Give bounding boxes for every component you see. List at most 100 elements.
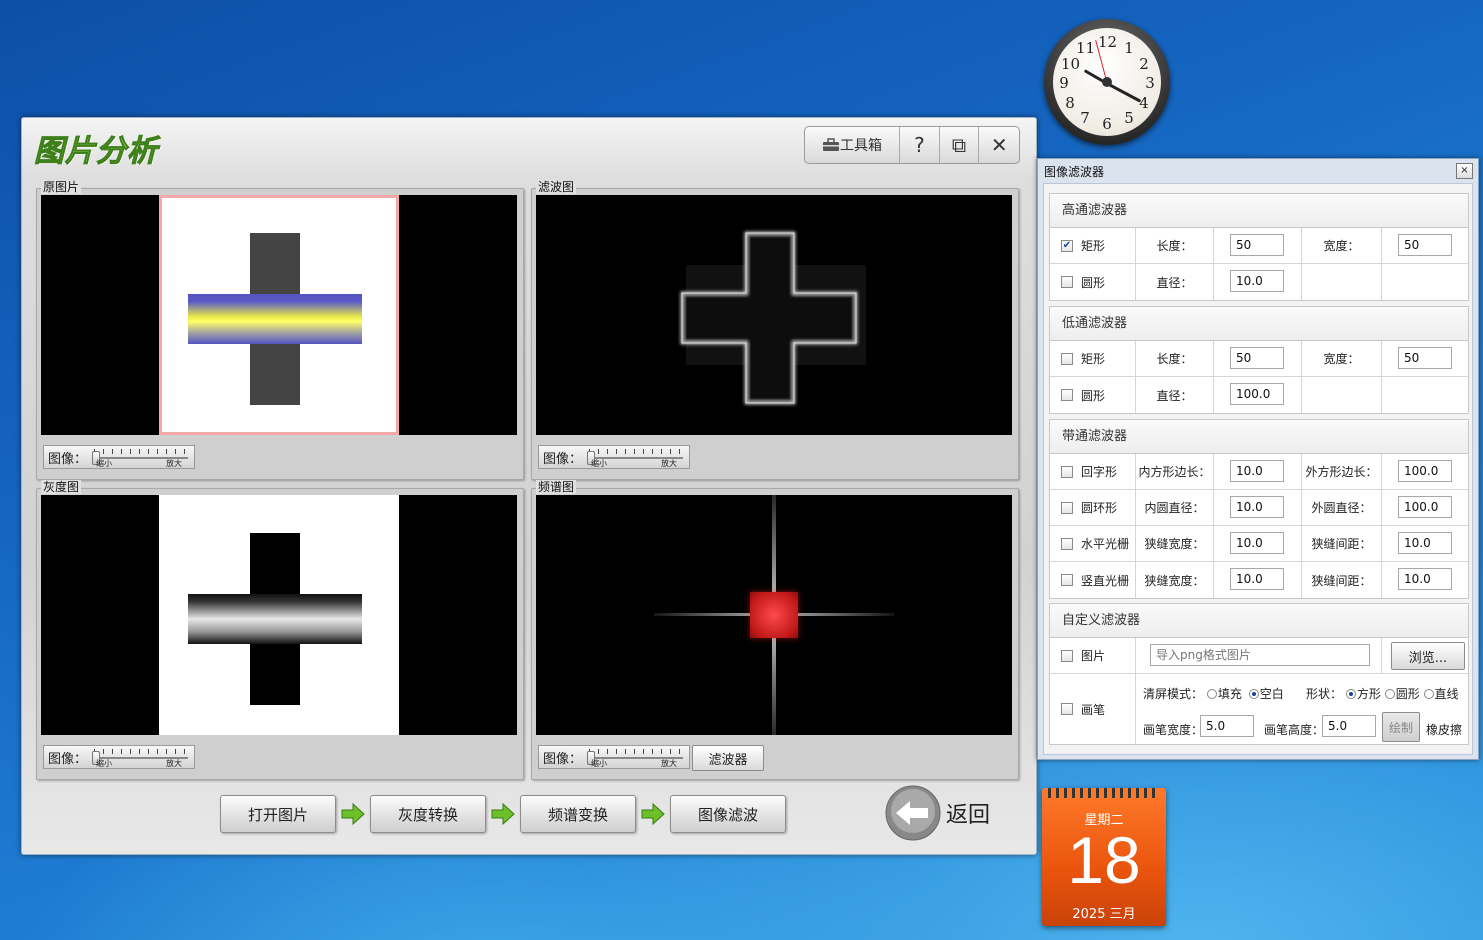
bandpass-row: 水平光栅 狭缝宽度： 10.0 狭缝间距： 10.0 xyxy=(1050,526,1468,562)
lowpass-rect-option[interactable]: 矩形 xyxy=(1050,341,1136,376)
bandpass-option[interactable]: 竖直光栅 xyxy=(1050,562,1136,598)
param-b-input[interactable]: 100.0 xyxy=(1398,496,1452,518)
option-label: 回字形 xyxy=(1081,465,1118,479)
param-b-input[interactable]: 100.0 xyxy=(1398,460,1452,482)
highpass-rect-option[interactable]: ✔ 矩形 xyxy=(1050,228,1136,263)
zoom-min-label: 缩小 xyxy=(96,459,112,468)
custom-filter-section: 自定义滤波器 图片 导入png格式图片 浏览... 画笔 清屏模式： 填充 空白… xyxy=(1049,603,1469,745)
diameter-input[interactable]: 10.0 xyxy=(1230,270,1284,292)
help-button[interactable]: ? xyxy=(900,127,940,163)
width-label: 宽度： xyxy=(1302,228,1382,263)
grayscale-button[interactable]: 灰度转换 xyxy=(370,795,486,833)
step-arrow-icon xyxy=(641,803,665,825)
clock-face: 12 1 2 3 4 5 6 7 8 9 10 11 xyxy=(1053,28,1161,136)
clock-minute-hand xyxy=(1106,82,1142,103)
grayscale-image-view[interactable] xyxy=(41,495,517,735)
highpass-section: 高通滤波器 ✔ 矩形 长度： 50 宽度： 50 圆形 直径： 10.0 xyxy=(1049,193,1469,301)
zoom-slider[interactable]: 图像： 缩小 放大 xyxy=(43,745,195,769)
radio-fill[interactable] xyxy=(1206,689,1217,699)
option-label: 圆形 xyxy=(1081,275,1106,290)
zoom-ticks xyxy=(94,449,186,454)
checkbox[interactable] xyxy=(1061,352,1073,365)
zoom-slider[interactable]: 图像： 缩小 放大 xyxy=(43,445,195,469)
bandpass-option[interactable]: 圆环形 xyxy=(1050,490,1136,525)
lowpass-circle-option[interactable]: 圆形 xyxy=(1050,377,1136,413)
image-path-cell: 导入png格式图片 xyxy=(1136,638,1382,673)
param-a-cell: 10.0 xyxy=(1214,490,1302,525)
option-label: 圆形 xyxy=(1081,388,1106,403)
radio-square[interactable] xyxy=(1345,689,1356,699)
custom-brush-option[interactable]: 画笔 xyxy=(1050,674,1136,744)
width-input[interactable]: 50 xyxy=(1398,347,1452,369)
close-button[interactable]: ✕ xyxy=(979,127,1019,163)
restore-button[interactable]: ⧉ xyxy=(940,127,980,163)
param-b-input[interactable]: 10.0 xyxy=(1398,568,1452,590)
width-input[interactable]: 50 xyxy=(1398,234,1452,256)
filter-window-close-button[interactable]: × xyxy=(1456,163,1473,179)
option-label: 图片 xyxy=(1081,649,1106,663)
calendar-binding-rings xyxy=(1048,788,1160,798)
length-cell: 50 xyxy=(1214,228,1302,263)
radio-line-label: 直线 xyxy=(1434,687,1459,701)
brush-width-input[interactable]: 5.0 xyxy=(1200,715,1254,737)
param-b-input[interactable]: 10.0 xyxy=(1398,532,1452,554)
checkbox[interactable] xyxy=(1061,501,1073,514)
desktop-clock-gadget[interactable]: 12 1 2 3 4 5 6 7 8 9 10 11 xyxy=(1044,19,1170,145)
checkbox[interactable] xyxy=(1061,703,1073,715)
checkbox[interactable] xyxy=(1061,389,1073,401)
radio-line[interactable] xyxy=(1423,689,1434,699)
checkbox[interactable] xyxy=(1061,649,1073,662)
param-b-cell: 10.0 xyxy=(1382,526,1470,561)
checkbox[interactable]: ✔ xyxy=(1061,239,1073,252)
spectrum-filter-button[interactable]: 滤波器 xyxy=(692,745,764,771)
clear-mode-group: 清屏模式： 填充 空白 xyxy=(1143,685,1284,702)
clock-numeral: 1 xyxy=(1124,39,1134,57)
highpass-circle-option[interactable]: 圆形 xyxy=(1050,264,1136,300)
param-a-label: 狭缝宽度： xyxy=(1136,562,1214,598)
zoom-track: 缩小 放大 xyxy=(585,449,685,468)
bandpass-option[interactable]: 回字形 xyxy=(1050,454,1136,489)
param-a-label: 狭缝宽度： xyxy=(1136,526,1214,561)
open-image-button[interactable]: 打开图片 xyxy=(220,795,336,833)
radio-blank[interactable] xyxy=(1248,689,1259,699)
zoom-slider[interactable]: 图像： 缩小 放大 xyxy=(538,745,690,769)
image-filter-button[interactable]: 图像滤波 xyxy=(670,795,786,833)
bandpass-option[interactable]: 水平光栅 xyxy=(1050,526,1136,561)
zoom-ticks xyxy=(589,449,681,454)
checkbox[interactable] xyxy=(1061,465,1073,478)
clock-numeral: 6 xyxy=(1102,115,1112,133)
window-title: 图片分析 xyxy=(34,134,158,170)
param-a-input[interactable]: 10.0 xyxy=(1230,496,1284,518)
eraser-button[interactable]: 橡皮擦 xyxy=(1426,721,1462,738)
back-button[interactable]: 返回 xyxy=(884,784,1002,842)
checkbox[interactable] xyxy=(1061,537,1073,550)
checkbox[interactable] xyxy=(1061,574,1073,586)
desktop-calendar-gadget[interactable]: 星期二 18 2025 三月 xyxy=(1042,788,1166,926)
original-image-view[interactable] xyxy=(41,195,517,435)
spectrum-image-view[interactable] xyxy=(536,495,1012,735)
zoom-ticks xyxy=(94,749,186,754)
diameter-input[interactable]: 100.0 xyxy=(1230,383,1284,405)
checkbox[interactable] xyxy=(1061,276,1073,288)
param-a-input[interactable]: 10.0 xyxy=(1230,460,1284,482)
zoom-max-label: 放大 xyxy=(661,459,677,468)
param-a-input[interactable]: 10.0 xyxy=(1230,532,1284,554)
filter-window-body: 高通滤波器 ✔ 矩形 长度： 50 宽度： 50 圆形 直径： 10.0 低通滤波… xyxy=(1043,183,1473,755)
param-a-input[interactable]: 10.0 xyxy=(1230,568,1284,590)
image-path-input[interactable]: 导入png格式图片 xyxy=(1150,644,1370,666)
shape-group: 形状： 方形 圆形 直线 xyxy=(1306,685,1459,702)
radio-circle[interactable] xyxy=(1384,689,1395,699)
zoom-slider[interactable]: 图像： 缩小 放大 xyxy=(538,445,690,469)
length-input[interactable]: 50 xyxy=(1230,234,1284,256)
spectrum-transform-button[interactable]: 频谱变换 xyxy=(520,795,636,833)
draw-button[interactable]: 绘制 xyxy=(1382,712,1420,742)
filtered-image-view[interactable] xyxy=(536,195,1012,435)
toolbox-button[interactable]: 工具箱 xyxy=(805,127,901,163)
custom-image-option[interactable]: 图片 xyxy=(1050,638,1136,673)
calendar-day: 18 xyxy=(1067,823,1141,897)
browse-button[interactable]: 浏览... xyxy=(1391,642,1465,670)
calendar-year-month: 2025 三月 xyxy=(1072,907,1136,922)
length-input[interactable]: 50 xyxy=(1230,347,1284,369)
brush-height-input[interactable]: 5.0 xyxy=(1322,715,1376,737)
param-b-cell: 100.0 xyxy=(1382,454,1470,489)
